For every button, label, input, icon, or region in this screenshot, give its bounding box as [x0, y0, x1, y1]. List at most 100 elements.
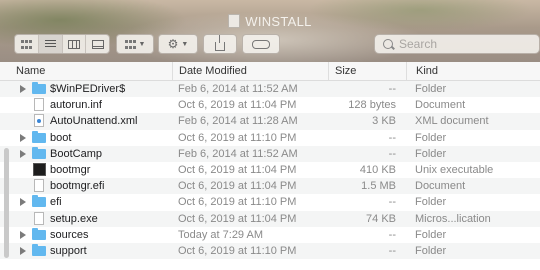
file-date: Today at 7:29 AM: [178, 228, 263, 241]
file-date: Oct 6, 2019 at 11:10 PM: [178, 131, 297, 144]
file-size: --: [388, 196, 396, 209]
icon-view-button[interactable]: [15, 35, 39, 53]
folder-icon: [32, 195, 46, 208]
search-input[interactable]: [399, 37, 519, 51]
file-name: $WinPEDriver$: [50, 83, 126, 95]
file-row[interactable]: bootmgr.efi Oct 6, 2019 at 11:04 PM 1.5 MB…: [0, 178, 540, 195]
file-row[interactable]: $WinPEDriver$ Feb 6, 2014 at 11:52 AM -- Fo…: [0, 81, 540, 98]
xml-file-icon: [34, 114, 44, 128]
file-kind: Folder: [415, 196, 447, 209]
document-icon: [34, 98, 44, 112]
chevron-down-icon: ▼: [138, 40, 146, 48]
file-date: Oct 6, 2019 at 11:04 PM: [178, 99, 297, 112]
file-name: setup.exe: [50, 212, 98, 225]
file-size: 74 KB: [366, 212, 396, 225]
file-name: autorun.inf: [50, 99, 102, 112]
tag-icon: [252, 39, 270, 49]
file-row[interactable]: boot Oct 6, 2019 at 11:10 PM -- Folder: [0, 130, 540, 146]
file-date: Feb 6, 2014 at 11:28 AM: [178, 115, 298, 128]
folder-icon: [32, 130, 46, 143]
folder-icon: [32, 146, 46, 159]
document-icon: [34, 211, 44, 225]
folder-icon: [32, 82, 46, 94]
disclosure-triangle-icon[interactable]: [20, 149, 26, 158]
file-size: --: [388, 147, 396, 160]
group-icon: [124, 39, 136, 49]
disclosure-triangle-icon[interactable]: [20, 246, 26, 255]
folder-icon: [32, 243, 46, 256]
list-icon: [44, 39, 56, 49]
file-date: Feb 6, 2014 at 11:52 AM: [178, 83, 298, 95]
name-column-header[interactable]: Name: [10, 62, 172, 80]
file-size: --: [388, 228, 396, 241]
file-name: efi: [50, 196, 62, 209]
gallery-icon: [91, 39, 104, 49]
file-name: bootmgr: [50, 163, 91, 176]
file-date: Oct 6, 2019 at 11:10 PM: [178, 196, 297, 209]
kind-column-header[interactable]: Kind: [406, 62, 540, 80]
folder-icon: [32, 227, 46, 240]
file-kind: Folder: [415, 147, 447, 160]
file-size: 410 KB: [359, 163, 396, 176]
file-name: sources: [50, 228, 89, 241]
list-view-button[interactable]: [38, 35, 63, 53]
file-size: --: [388, 131, 396, 144]
action-button[interactable]: ⚙ ▼: [158, 34, 198, 54]
document-icon: [34, 179, 44, 193]
file-size: 3 KB: [372, 115, 396, 128]
window-title: WINSTALL: [0, 14, 540, 29]
toolbar: WINSTALL ▼ ⚙ ▼: [0, 0, 540, 62]
share-button[interactable]: [203, 34, 237, 54]
file-row[interactable]: support Oct 6, 2019 at 11:10 PM -- Folder: [0, 242, 540, 260]
file-date: Oct 6, 2019 at 11:04 PM: [178, 180, 297, 193]
file-list: $WinPEDriver$ Feb 6, 2014 at 11:52 AM -- Fo…: [0, 81, 540, 260]
file-row[interactable]: AutoUnattend.xml Feb 6, 2014 at 11:28 AM 3…: [0, 113, 540, 130]
share-icon: [215, 34, 225, 51]
file-size: 128 bytes: [348, 99, 396, 112]
file-row[interactable]: BootCamp Feb 6, 2014 at 11:52 AM -- Folder: [0, 145, 540, 162]
size-column-header[interactable]: Size: [328, 62, 406, 80]
file-kind: Folder: [415, 244, 447, 257]
scrollbar[interactable]: [4, 148, 9, 258]
group-by-button[interactable]: ▼: [116, 34, 154, 54]
column-header: Name Date Modified Size Kind: [0, 62, 540, 81]
file-kind: XML document: [415, 115, 489, 128]
file-date: Oct 6, 2019 at 11:10 PM: [178, 244, 297, 257]
file-kind: Folder: [415, 131, 447, 144]
executable-icon: [33, 162, 46, 176]
date-column-header[interactable]: Date Modified: [172, 62, 328, 80]
file-row[interactable]: sources Today at 7:29 AM -- Folder: [0, 227, 540, 243]
file-row[interactable]: setup.exe Oct 6, 2019 at 11:04 PM 74 KB Mic…: [0, 210, 540, 227]
file-date: Oct 6, 2019 at 11:04 PM: [178, 212, 297, 225]
chevron-down-icon: ▼: [181, 40, 189, 48]
gear-icon: ⚙: [167, 37, 179, 51]
column-view-button[interactable]: [63, 35, 87, 53]
tag-button[interactable]: [242, 34, 280, 54]
file-kind: Document: [415, 180, 466, 193]
disclosure-triangle-icon[interactable]: [20, 230, 26, 239]
disclosure-triangle-icon[interactable]: [20, 133, 26, 142]
file-name: bootmgr.efi: [50, 180, 105, 193]
volume-icon: [228, 14, 241, 28]
finder-window: WINSTALL ▼ ⚙▼ Name Date Modified Size Ki…: [0, 0, 540, 270]
file-date: Oct 6, 2019 at 11:04 PM: [178, 163, 297, 176]
disclosure-triangle-icon[interactable]: [20, 198, 26, 207]
view-mode-control: [14, 34, 110, 54]
search-icon: [383, 39, 393, 49]
file-name: BootCamp: [50, 147, 102, 160]
file-size: 1.5 MB: [361, 180, 396, 193]
window-title-text: WINSTALL: [245, 14, 312, 29]
file-name: boot: [50, 131, 72, 144]
file-size: --: [388, 83, 396, 95]
file-kind: Folder: [415, 228, 447, 241]
file-size: --: [388, 244, 396, 257]
file-row[interactable]: efi Oct 6, 2019 at 11:10 PM -- Folder: [0, 194, 540, 210]
file-name: support: [50, 244, 87, 257]
file-kind: Document: [415, 99, 466, 112]
file-row[interactable]: bootmgr Oct 6, 2019 at 11:04 PM 410 KB Unix…: [0, 162, 540, 178]
file-row[interactable]: autorun.inf Oct 6, 2019 at 11:04 PM 128 by…: [0, 97, 540, 113]
grid-icon: [20, 39, 32, 49]
search-field[interactable]: [374, 34, 540, 54]
gallery-view-button[interactable]: [86, 35, 109, 53]
disclosure-triangle-icon[interactable]: [20, 85, 26, 93]
